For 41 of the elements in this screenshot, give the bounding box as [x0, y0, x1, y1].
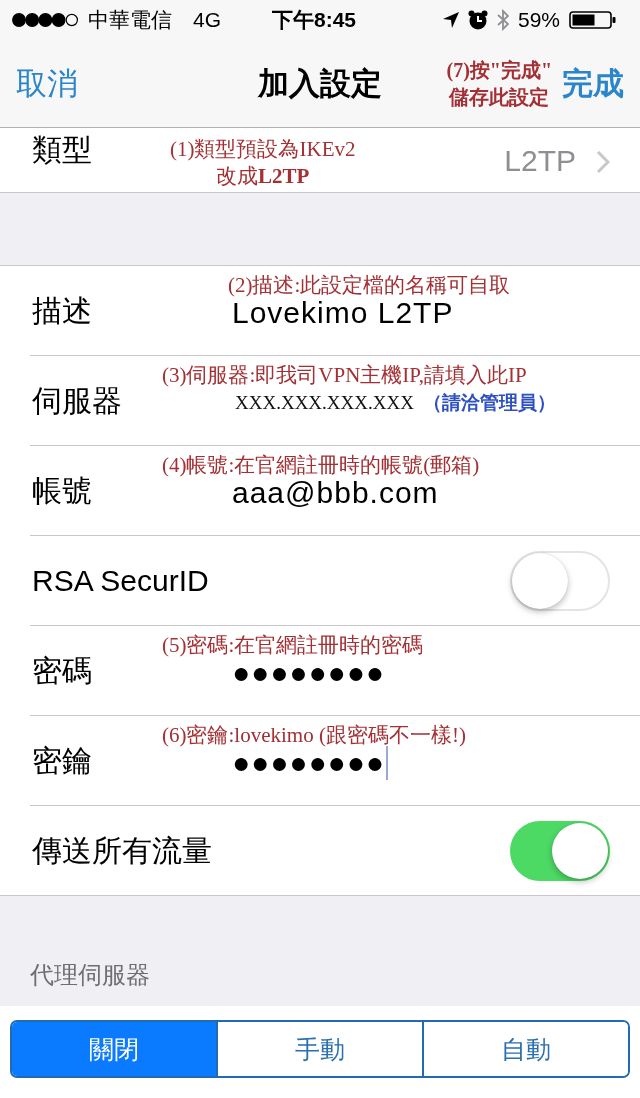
- status-time: 下午8:45: [272, 7, 356, 33]
- text-field[interactable]: aaa@bbb.com: [232, 476, 442, 510]
- annotation-text: (4)帳號:在官網註冊時的帳號(郵箱): [162, 452, 480, 479]
- battery-percent: 59%: [517, 7, 560, 33]
- bluetooth-icon: [496, 9, 509, 31]
- alarm-clock-icon: [467, 10, 488, 30]
- annotation-text: (7)按"完成" 儲存此設定: [446, 57, 552, 110]
- battery-icon: [569, 11, 616, 29]
- nav-title: 加入設定: [258, 64, 382, 103]
- annotation-text: (5)密碼:在官網註冊時的密碼: [162, 632, 424, 659]
- signal-strength-icon: [12, 13, 79, 27]
- section-header: 代理伺服器: [30, 960, 150, 990]
- done-button[interactable]: 完成: [562, 63, 624, 104]
- text-field[interactable]: Lovekimo L2TP: [232, 296, 457, 330]
- row-label: 傳送所有流量: [32, 832, 212, 869]
- text-field[interactable]: ●●●●●●●●: [232, 656, 388, 690]
- cancel-button[interactable]: 取消: [16, 63, 78, 104]
- row-label: 伺服器: [32, 382, 122, 419]
- annotation-text: (6)密鑰:lovekimo (跟密碼不一樣!): [162, 722, 466, 749]
- type-row[interactable]: 類型 (1)類型預設為IKEv2 改成L2TP L2TP: [0, 128, 640, 193]
- row-label: 密碼: [32, 652, 92, 689]
- network-type: 4G: [193, 7, 221, 33]
- carrier-name: 中華電信: [88, 7, 172, 33]
- toggle-switch[interactable]: [510, 550, 610, 611]
- row-label: 類型: [32, 132, 92, 168]
- text-field[interactable]: ●●●●●●●●: [232, 746, 388, 780]
- annotation-text: （請洽管理員）: [422, 391, 556, 415]
- row-label: 密鑰: [32, 742, 92, 779]
- row-label: 描述: [32, 292, 92, 329]
- annotation-text: (2)描述:此設定檔的名稱可自取: [228, 272, 511, 299]
- segment-button[interactable]: 自動: [422, 1022, 628, 1076]
- row-value: L2TP: [504, 143, 576, 179]
- row-label: 帳號: [32, 472, 92, 509]
- row-label: RSA SecurID: [32, 562, 209, 599]
- annotation-text: (1)類型預設為IKEv2 改成L2TP: [170, 136, 356, 190]
- chevron-icon: [596, 150, 610, 174]
- segment-button[interactable]: 關閉: [12, 1022, 216, 1076]
- annotation-text: (3)伺服器:即我司VPN主機IP,請填入此IP: [162, 362, 527, 389]
- text-field[interactable]: XXX.XXX.XXX.XXX: [235, 386, 417, 420]
- toggle-switch[interactable]: [510, 820, 610, 881]
- location-arrow-icon: [442, 12, 459, 28]
